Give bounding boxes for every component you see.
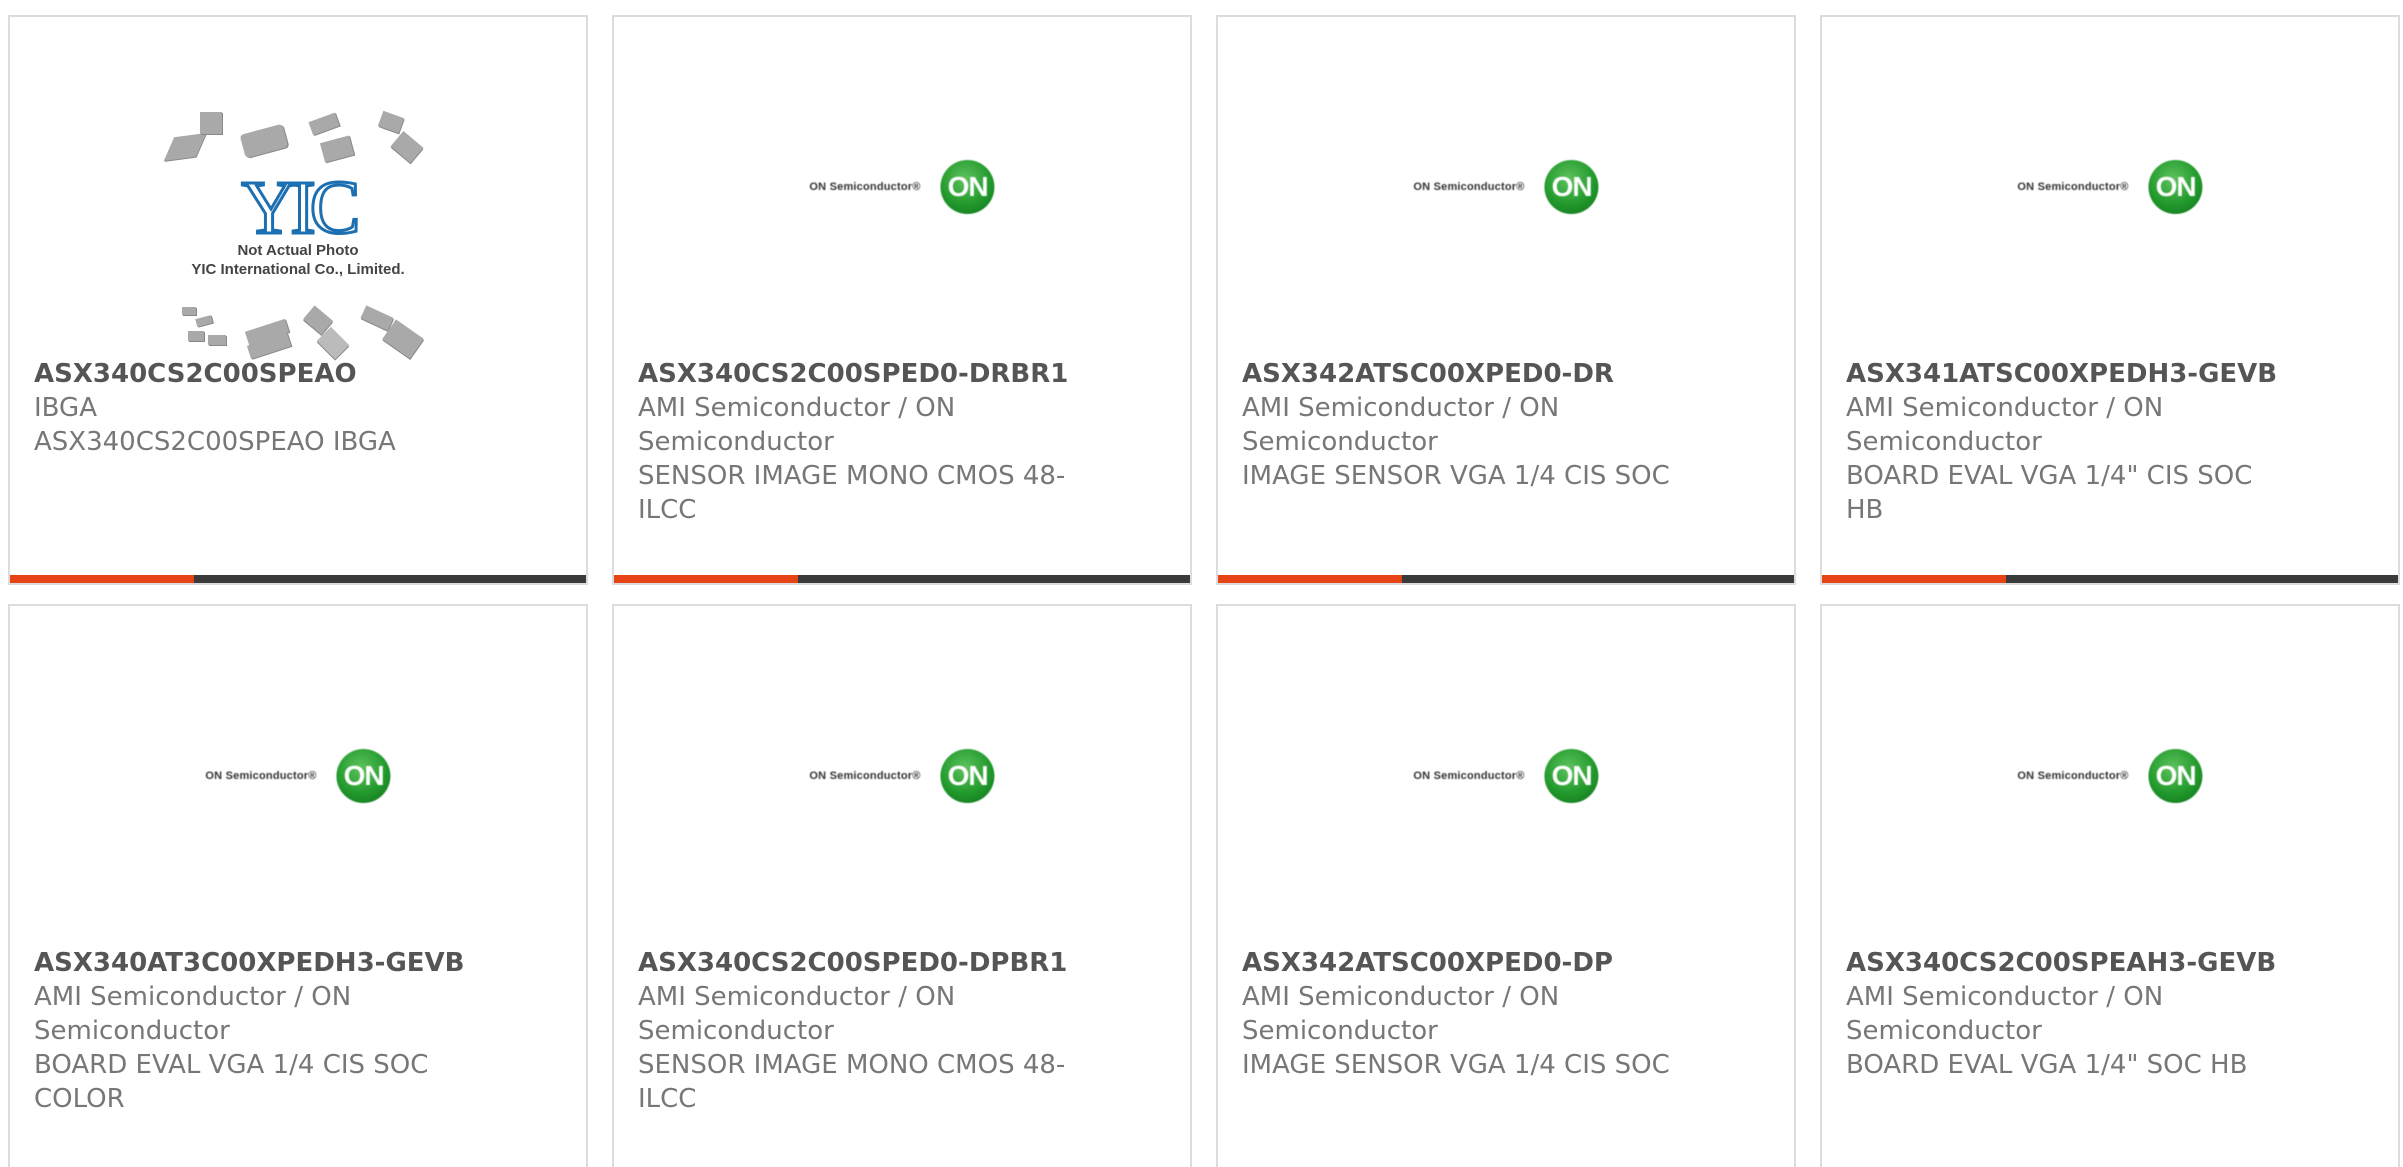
yic-logo-icon: YIC	[240, 166, 362, 250]
brand-logo-text: ON Semiconductor®	[2017, 770, 2129, 782]
product-image[interactable]: ON Semiconductor® ON	[1218, 606, 1794, 941]
description: BOARD EVAL VGA 1/4" SOC HB	[1846, 1050, 2248, 1080]
product-info: ASX341ATSC00XPEDH3-GEVB AMI Semiconducto…	[1846, 357, 2374, 527]
chip-icon	[239, 123, 289, 159]
on-logo-icon: ON	[336, 749, 391, 803]
product-image[interactable]: ON Semiconductor® ON	[10, 606, 586, 941]
on-semiconductor-logo: ON Semiconductor® ON	[2017, 748, 2203, 804]
part-number[interactable]: ASX340CS2C00SPEAH3-GEVB	[1846, 946, 2374, 980]
description: IMAGE SENSOR VGA 1/4 CIS SOC	[1242, 1050, 1670, 1080]
product-card[interactable]: ON Semiconductor® ON ASX340CS2C00SPED0-D…	[612, 604, 1192, 1167]
on-logo-icon: ON	[940, 160, 995, 214]
product-info: ASX342ATSC00XPED0-DR AMI Semiconductor /…	[1242, 357, 1770, 493]
product-image-placeholder[interactable]: YIC Not Actual Photo YIC International C…	[10, 17, 586, 360]
on-logo-icon: ON	[1544, 749, 1599, 803]
on-logo-icon: ON	[1544, 160, 1599, 214]
part-number[interactable]: ASX342ATSC00XPED0-DR	[1242, 357, 1770, 391]
chip-icon	[208, 335, 226, 345]
product-image[interactable]: ON Semiconductor® ON	[614, 606, 1190, 941]
manufacturer: IBGA	[34, 393, 97, 423]
chip-icon	[308, 112, 340, 136]
on-semiconductor-logo: ON Semiconductor® ON	[809, 748, 995, 804]
manufacturer: AMI Semiconductor / ON Semiconductor	[1242, 982, 1560, 1046]
card-bottom-bar	[614, 575, 1190, 583]
manufacturer: AMI Semiconductor / ON Semiconductor	[1846, 982, 2164, 1046]
product-info: ASX340CS2C00SPEAO IBGA ASX340CS2C00SPEAO…	[34, 357, 562, 459]
description: BOARD EVAL VGA 1/4" CIS SOC HB	[1846, 461, 2253, 525]
chip-icon	[200, 112, 222, 134]
card-bottom-bar	[1218, 575, 1794, 583]
product-info: ASX340CS2C00SPEAH3-GEVB AMI Semiconducto…	[1846, 946, 2374, 1082]
yic-placeholder-image: YIC Not Actual Photo YIC International C…	[10, 17, 586, 360]
product-card[interactable]: ON Semiconductor® ON ASX342ATSC00XPED0-D…	[1216, 604, 1796, 1167]
card-bottom-bar	[10, 575, 586, 583]
chip-icon	[195, 315, 213, 327]
description: BOARD EVAL VGA 1/4 CIS SOC COLOR	[34, 1050, 429, 1114]
product-image[interactable]: ON Semiconductor® ON	[614, 17, 1190, 352]
product-info: ASX340CS2C00SPED0-DPBR1 AMI Semiconducto…	[638, 946, 1166, 1116]
product-card[interactable]: ON Semiconductor® ON ASX340AT3C00XPEDH3-…	[8, 604, 588, 1167]
part-number[interactable]: ASX342ATSC00XPED0-DP	[1242, 946, 1770, 980]
product-info: ASX340AT3C00XPEDH3-GEVB AMI Semiconducto…	[34, 946, 562, 1116]
manufacturer: AMI Semiconductor / ON Semiconductor	[638, 982, 956, 1046]
description: ASX340CS2C00SPEAO IBGA	[34, 427, 396, 457]
product-card[interactable]: ON Semiconductor® ON ASX340CS2C00SPEAH3-…	[1820, 604, 2400, 1167]
manufacturer: AMI Semiconductor / ON Semiconductor	[1242, 393, 1560, 457]
manufacturer: AMI Semiconductor / ON Semiconductor	[638, 393, 956, 457]
brand-logo-text: ON Semiconductor®	[809, 181, 921, 193]
product-card[interactable]: YIC Not Actual Photo YIC International C…	[8, 15, 588, 585]
brand-logo-text: ON Semiconductor®	[2017, 181, 2129, 193]
on-logo-icon: ON	[2148, 749, 2203, 803]
chip-icon	[319, 135, 355, 163]
product-card[interactable]: ON Semiconductor® ON ASX342ATSC00XPED0-D…	[1216, 15, 1796, 585]
description: SENSOR IMAGE MONO CMOS 48-ILCC	[638, 1050, 1066, 1114]
product-info: ASX340CS2C00SPED0-DRBR1 AMI Semiconducto…	[638, 357, 1166, 527]
product-card[interactable]: ON Semiconductor® ON ASX340CS2C00SPED0-D…	[612, 15, 1192, 585]
card-accent	[614, 575, 798, 583]
brand-logo-text: ON Semiconductor®	[1413, 181, 1525, 193]
product-grid: YIC Not Actual Photo YIC International C…	[0, 0, 2403, 1167]
card-accent	[1822, 575, 2006, 583]
brand-logo-text: ON Semiconductor®	[809, 770, 921, 782]
on-semiconductor-logo: ON Semiconductor® ON	[1413, 748, 1599, 804]
placeholder-caption: Not Actual Photo YIC International Co., …	[191, 242, 405, 278]
chip-icon	[377, 110, 405, 134]
part-number[interactable]: ASX340CS2C00SPEAO	[34, 357, 562, 391]
brand-logo-text: ON Semiconductor®	[1413, 770, 1525, 782]
on-logo-icon: ON	[940, 749, 995, 803]
card-accent	[10, 575, 194, 583]
chip-icon	[390, 130, 424, 164]
brand-logo-text: ON Semiconductor®	[205, 770, 317, 782]
product-info: ASX342ATSC00XPED0-DP AMI Semiconductor /…	[1242, 946, 1770, 1082]
product-image[interactable]: ON Semiconductor® ON	[1822, 17, 2398, 352]
part-number[interactable]: ASX340CS2C00SPED0-DPBR1	[638, 946, 1166, 980]
chip-icon	[188, 331, 204, 341]
on-logo-icon: ON	[2148, 160, 2203, 214]
chip-icon	[182, 307, 196, 315]
product-image[interactable]: ON Semiconductor® ON	[1218, 17, 1794, 352]
part-number[interactable]: ASX340CS2C00SPED0-DRBR1	[638, 357, 1166, 391]
description: IMAGE SENSOR VGA 1/4 CIS SOC	[1242, 461, 1670, 491]
card-bottom-bar	[1822, 575, 2398, 583]
on-semiconductor-logo: ON Semiconductor® ON	[1413, 159, 1599, 215]
card-accent	[1218, 575, 1402, 583]
on-semiconductor-logo: ON Semiconductor® ON	[809, 159, 995, 215]
chip-icon	[360, 305, 394, 331]
product-card[interactable]: ON Semiconductor® ON ASX341ATSC00XPEDH3-…	[1820, 15, 2400, 585]
on-semiconductor-logo: ON Semiconductor® ON	[205, 748, 391, 804]
description: SENSOR IMAGE MONO CMOS 48-ILCC	[638, 461, 1066, 525]
on-semiconductor-logo: ON Semiconductor® ON	[2017, 159, 2203, 215]
part-number[interactable]: ASX340AT3C00XPEDH3-GEVB	[34, 946, 562, 980]
manufacturer: AMI Semiconductor / ON Semiconductor	[1846, 393, 2164, 457]
chip-icon	[163, 133, 207, 161]
part-number[interactable]: ASX341ATSC00XPEDH3-GEVB	[1846, 357, 2374, 391]
manufacturer: AMI Semiconductor / ON Semiconductor	[34, 982, 352, 1046]
product-image[interactable]: ON Semiconductor® ON	[1822, 606, 2398, 941]
